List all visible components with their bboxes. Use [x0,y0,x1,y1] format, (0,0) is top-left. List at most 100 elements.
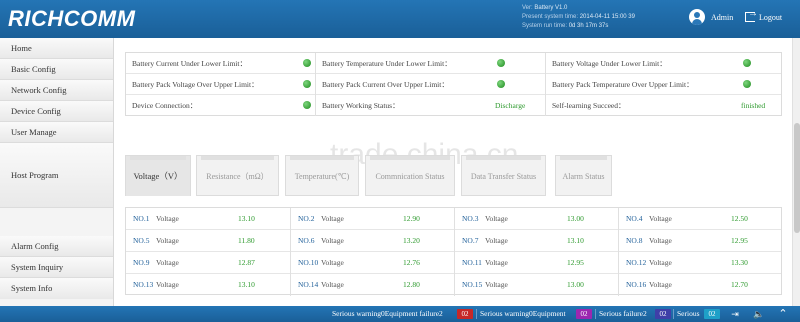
sidebar-item-basic-config[interactable]: Basic Config [0,59,113,80]
cell-value: 12.87 [238,258,255,267]
voltage-cell: NO.8 Voltage 12.95 [618,230,782,252]
cell-value: 12.80 [403,280,420,289]
status-label: Battery Temperature Under Lower Limit： [315,53,452,74]
tab-alarm-status[interactable]: Alarm Status [555,155,612,196]
alarm-count-badge[interactable]: 02 [457,309,473,319]
table-row: NO.1 Voltage 13.10 NO.2 Voltage 12.90 NO.3 Vo… [126,208,781,230]
tab-data-transfer-status[interactable]: Data Transfer Status [461,155,546,196]
scrollbar-thumb[interactable] [794,123,800,233]
tab-resistance[interactable]: Resistance（mΩ） [196,155,279,196]
voltage-cell: NO.2 Voltage 12.90 [290,208,454,230]
run-time-label: System run time: [522,23,568,29]
cell-label: Voltage [321,258,344,267]
alarm-count-badge[interactable]: 02 [655,309,671,319]
user-menu[interactable]: Admin [689,9,733,25]
cell-number: NO.5 [133,236,150,245]
cell-label: Voltage [649,214,672,223]
cell-number: NO.9 [133,258,150,267]
cell-label: Voltage [156,280,179,289]
voltage-cell: NO.16 Voltage 12.70 [618,274,782,296]
cell-number: NO.13 [133,280,154,289]
cell-label: Voltage [485,280,508,289]
sidebar-item-system-inquiry[interactable]: System Inquiry [0,257,113,278]
chevron-up-icon[interactable]: ⌃ [776,308,790,320]
status-ok-indicator [743,59,751,67]
voltage-cell: NO.9 Voltage 12.87 [126,252,290,274]
voltage-cell: NO.13 Voltage 13.10 [126,274,290,296]
voltage-cell: NO.14 Voltage 12.80 [290,274,454,296]
alarm-footer: Serious warning0Equipment failure2 02 Se… [0,306,800,322]
status-ok-indicator [497,80,505,88]
tab-communication-status[interactable]: Commnication Status [365,155,455,196]
alarm-count-badge[interactable]: 02 [576,309,592,319]
cell-label: Voltage [485,236,508,245]
vertical-scrollbar[interactable] [792,38,800,306]
sidebar-item-system-info[interactable]: System Info [0,278,113,299]
cell-label: Voltage [156,236,179,245]
cell-number: NO.7 [462,236,479,245]
sound-icon[interactable]: 🔈 [752,308,766,320]
cell-number: NO.6 [298,236,315,245]
table-row: NO.13 Voltage 13.10 NO.14 Voltage 12.80 NO.1… [126,274,781,296]
cell-label: Voltage [649,258,672,267]
cell-value: 13.00 [567,280,584,289]
cell-number: NO.16 [626,280,647,289]
status-label: Battery Current Under Lower Limit： [132,59,247,68]
voltage-cell: NO.6 Voltage 13.20 [290,230,454,252]
sidebar-item-network-config[interactable]: Network Config [0,80,113,101]
cell-value: 12.95 [731,236,748,245]
table-row: NO.9 Voltage 12.87 NO.10 Voltage 12.76 NO.11… [126,252,781,274]
voltage-cell: NO.1 Voltage 13.10 [126,208,290,230]
status-label: Battery Working Status： [315,95,400,116]
footer-divider [476,309,477,319]
sidebar-item-home[interactable]: Home [0,38,113,59]
cell-label: Voltage [156,258,179,267]
voltage-cell: NO.7 Voltage 13.10 [454,230,618,252]
tab-temperature[interactable]: Temperature(℃) [285,155,359,196]
cell-label: Voltage [485,258,508,267]
logout-label: Logout [759,12,783,22]
sidebar-nav: Home Basic Config Network Config Device … [0,38,114,306]
tab-voltage[interactable]: Voltage（V） [125,155,191,196]
exit-icon[interactable]: ⇥ [728,308,742,320]
version-value: Battery V1.0 [534,5,568,11]
cell-number: NO.10 [298,258,319,267]
cell-value: 13.10 [238,280,255,289]
cell-label: Voltage [321,236,344,245]
status-row: Battery Pack Voltage Over Upper Limit： B… [126,74,781,95]
cell-value: 11.80 [238,236,255,245]
sidebar-item-device-config[interactable]: Device Config [0,101,113,122]
cell-number: NO.11 [462,258,482,267]
alarm-count-badge[interactable]: 02 [704,309,720,319]
cell-label: Voltage [649,280,672,289]
status-ok-indicator [303,80,311,88]
cell-number: NO.15 [462,280,483,289]
status-row: Battery Current Under Lower Limit： Batte… [126,53,781,74]
top-header: RICHCOMM Ver: Battery V1.0 Present syste… [0,0,800,38]
main-content: Battery Current Under Lower Limit： Batte… [114,38,792,306]
sidebar-item-alarm-config[interactable]: Alarm Config [0,236,113,257]
status-ok-indicator [303,59,311,67]
cell-label: Voltage [321,214,344,223]
present-time-value: 2014-04-11 15:00 39 [579,14,635,20]
status-ok-indicator [303,101,311,109]
cell-value: 13.20 [403,236,420,245]
cell-value: 13.30 [731,258,748,267]
cell-value: 13.10 [238,214,255,223]
cell-label: Voltage [321,280,344,289]
sidebar-item-host-program[interactable]: Host Program [0,143,113,208]
app-window: RICHCOMM Ver: Battery V1.0 Present syste… [0,0,800,322]
cell-number: NO.8 [626,236,643,245]
logout-button[interactable]: Logout [745,8,783,22]
status-label: Self-learning Succeed： [545,95,626,116]
cell-value: 13.00 [567,214,584,223]
cell-label: Voltage [649,236,672,245]
voltage-cell: NO.10 Voltage 12.76 [290,252,454,274]
cell-number: NO.4 [626,214,643,223]
brand-logo: RICHCOMM [8,6,136,31]
cell-value: 12.50 [731,214,748,223]
alarm-text: Serious warning0Equipment [480,309,566,318]
user-avatar-icon [689,9,705,25]
self-learning-value: finished [741,101,766,110]
sidebar-item-user-manage[interactable]: User Manage [0,122,113,143]
